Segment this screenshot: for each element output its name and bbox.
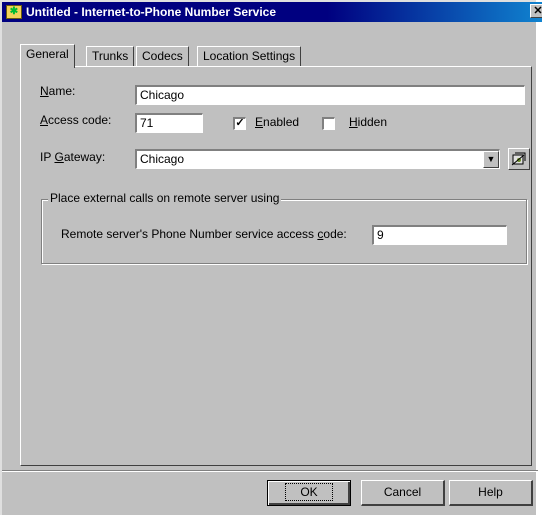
hidden-label[interactable]: Hidden — [349, 115, 387, 129]
cancel-button[interactable]: Cancel — [361, 480, 445, 506]
access-code-label: Access code: — [40, 113, 112, 127]
ip-gateway-label: IP Gateway: — [40, 150, 106, 164]
tab-general[interactable]: General — [20, 44, 75, 68]
remote-access-code-label: Remote server's Phone Number service acc… — [61, 227, 347, 241]
ip-gateway-select[interactable]: Chicago ▼ — [135, 149, 500, 169]
gateway-dropdown-button[interactable]: ▼ — [483, 151, 499, 168]
dialog-window: ✱ Untitled - Internet-to-Phone Number Se… — [0, 0, 542, 515]
hidden-checkbox[interactable] — [322, 117, 335, 130]
tab-codecs[interactable]: Codecs — [136, 46, 189, 66]
tab-location-settings[interactable]: Location Settings — [197, 46, 302, 66]
close-icon: ✕ — [533, 5, 542, 17]
help-button[interactable]: Help — [449, 480, 533, 506]
remote-access-code-field[interactable]: 9 — [372, 225, 507, 245]
enabled-label[interactable]: Enabled — [255, 115, 299, 129]
access-code-field[interactable]: 71 — [135, 113, 203, 133]
window-title: Untitled - Internet-to-Phone Number Serv… — [26, 5, 277, 19]
close-button[interactable]: ✕ — [530, 4, 542, 18]
enabled-checkbox[interactable]: ✓ — [233, 117, 246, 130]
name-field[interactable]: Chicago — [135, 85, 525, 105]
tab-label: Location Settings — [203, 49, 296, 63]
general-tab-panel: Name: Chicago Access code: 71 ✓ Enabled … — [20, 66, 532, 466]
ok-label: OK — [285, 483, 333, 501]
tab-label: General — [26, 47, 69, 61]
ok-button[interactable]: OK — [267, 480, 351, 506]
gateway-properties-icon — [511, 152, 526, 166]
ip-gateway-value: Chicago — [140, 152, 185, 166]
chevron-down-icon: ▼ — [486, 154, 496, 164]
title-bar[interactable]: ✱ Untitled - Internet-to-Phone Number Se… — [2, 2, 542, 22]
separator-highlight — [2, 471, 538, 472]
tab-trunks[interactable]: Trunks — [86, 46, 135, 66]
app-icon: ✱ — [6, 5, 22, 19]
tab-label: Codecs — [142, 49, 183, 63]
tab-label: Trunks — [92, 49, 129, 63]
name-label: Name: — [40, 84, 76, 98]
remote-server-group-title: Place external calls on remote server us… — [48, 191, 282, 205]
gateway-properties-button[interactable] — [508, 148, 530, 170]
